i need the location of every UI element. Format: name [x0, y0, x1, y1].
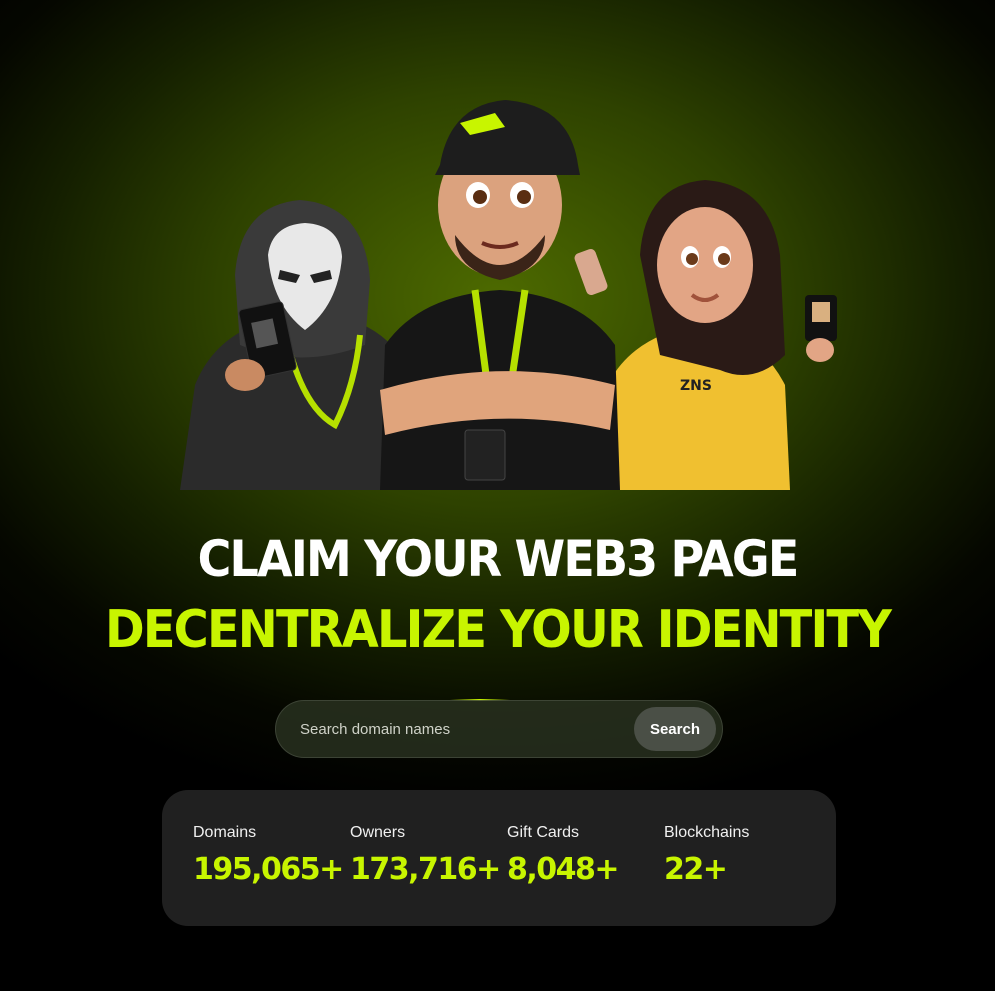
man-character — [380, 100, 620, 490]
stat-label: Blockchains — [664, 824, 750, 841]
hero-illustration: ZNS — [160, 85, 860, 490]
stat-label: Owners — [350, 824, 406, 841]
headline-primary: CLAIM YOUR WEB3 PAGE — [197, 530, 800, 588]
stat-value: 22+ — [664, 852, 728, 887]
stat-owners: Owners 173,716+ — [350, 824, 507, 926]
stat-value: 173,716+ — [350, 852, 501, 887]
stat-gift-cards: Gift Cards 8,048+ — [507, 824, 664, 926]
stats-card: Domains 195,065+ Owners 173,716+ Gift Ca… — [162, 790, 836, 926]
search-bar: Search — [275, 700, 723, 758]
headline-secondary: DECENTRALIZE YOUR IDENTITY — [104, 600, 892, 660]
stat-value: 8,048+ — [507, 852, 620, 887]
search-input[interactable] — [300, 720, 634, 738]
svg-text:ZNS: ZNS — [680, 378, 712, 394]
stat-label: Gift Cards — [507, 824, 580, 841]
stat-value: 195,065+ — [193, 852, 344, 887]
stat-domains: Domains 195,065+ — [193, 824, 350, 926]
stat-blockchains: Blockchains 22+ — [664, 824, 821, 926]
search-button[interactable]: Search — [633, 707, 716, 751]
stat-label: Domains — [193, 824, 257, 841]
